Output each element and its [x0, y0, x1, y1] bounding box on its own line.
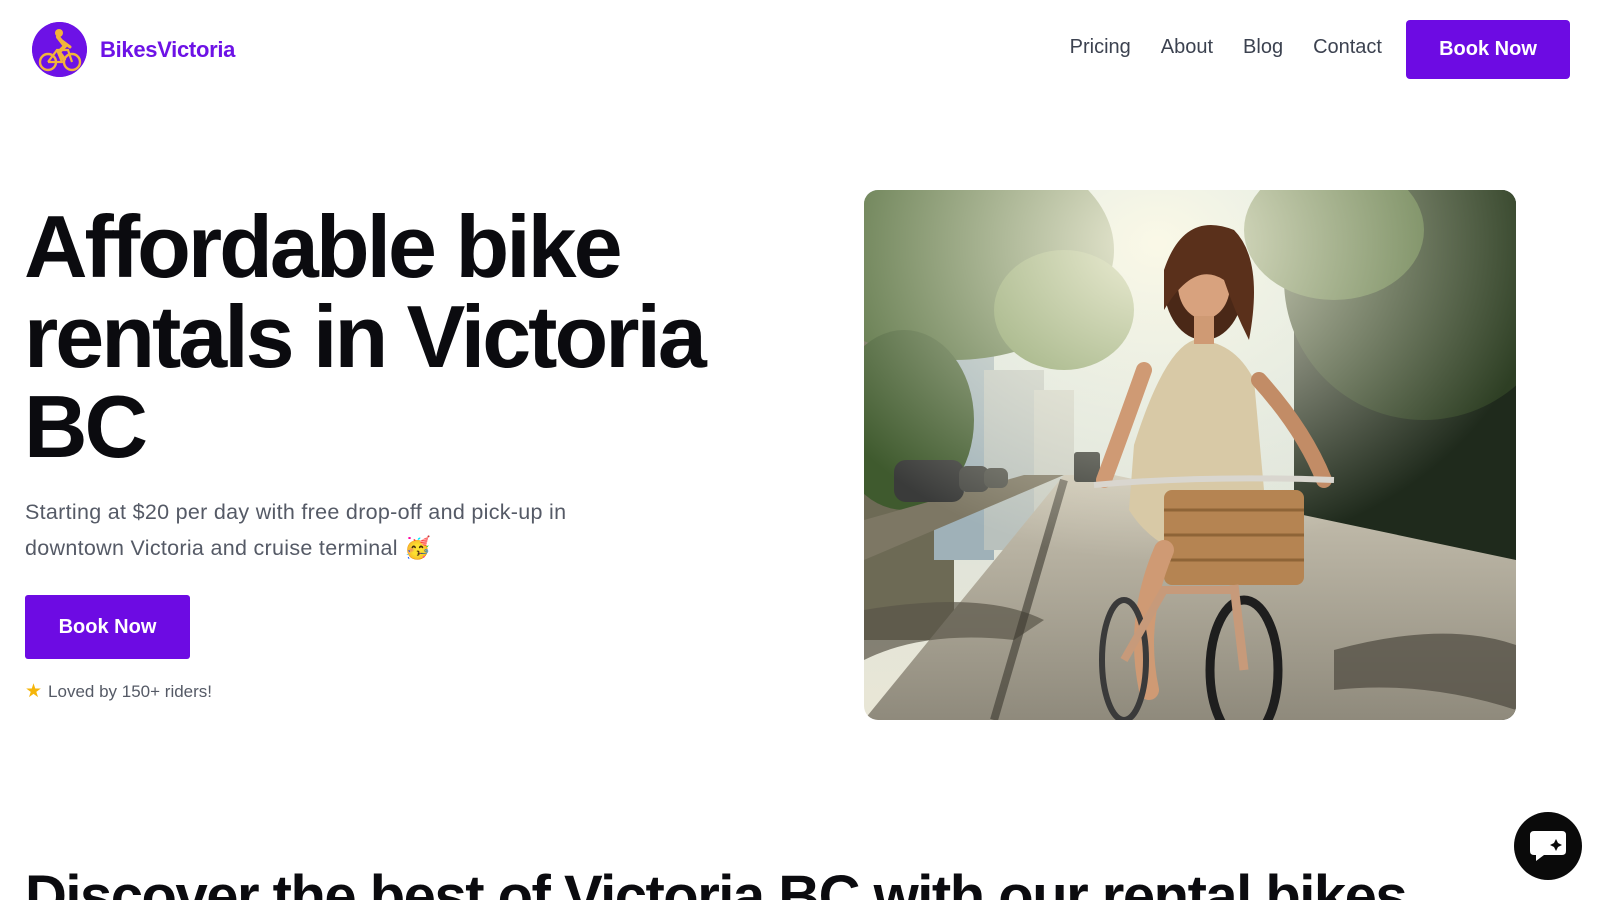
nav-link-contact[interactable]: Contact [1313, 36, 1382, 59]
section-title: Discover the best of Victoria BC with ou… [25, 864, 1408, 900]
cyclist-icon [32, 22, 87, 77]
hero-photo [864, 190, 1516, 720]
brand-logo-link[interactable]: BikesVictoria [32, 22, 235, 77]
brand-name: BikesVictoria [100, 36, 236, 62]
hero-book-now-button[interactable]: Book Now [25, 595, 190, 659]
chat-widget-button[interactable] [1514, 812, 1582, 880]
site-header: BikesVictoria Pricing About Blog Contact… [0, 0, 1600, 100]
star-icon: ★ [25, 681, 43, 702]
social-proof: ★ Loved by 150+ riders! [25, 680, 212, 703]
hero-subtitle: Starting at $20 per day with free drop-o… [25, 500, 567, 560]
header-book-now-button[interactable]: Book Now [1406, 20, 1570, 79]
social-proof-text: Loved by 150+ riders! [48, 681, 213, 701]
nav-link-pricing[interactable]: Pricing [1070, 36, 1131, 59]
nav-link-blog[interactable]: Blog [1243, 36, 1283, 59]
chat-bubble-icon [1528, 827, 1568, 866]
hero-title: Affordable bike rentals in Victoria BC [24, 197, 707, 476]
main-nav: Pricing About Blog Contact [1070, 36, 1382, 59]
nav-link-about[interactable]: About [1161, 36, 1213, 59]
